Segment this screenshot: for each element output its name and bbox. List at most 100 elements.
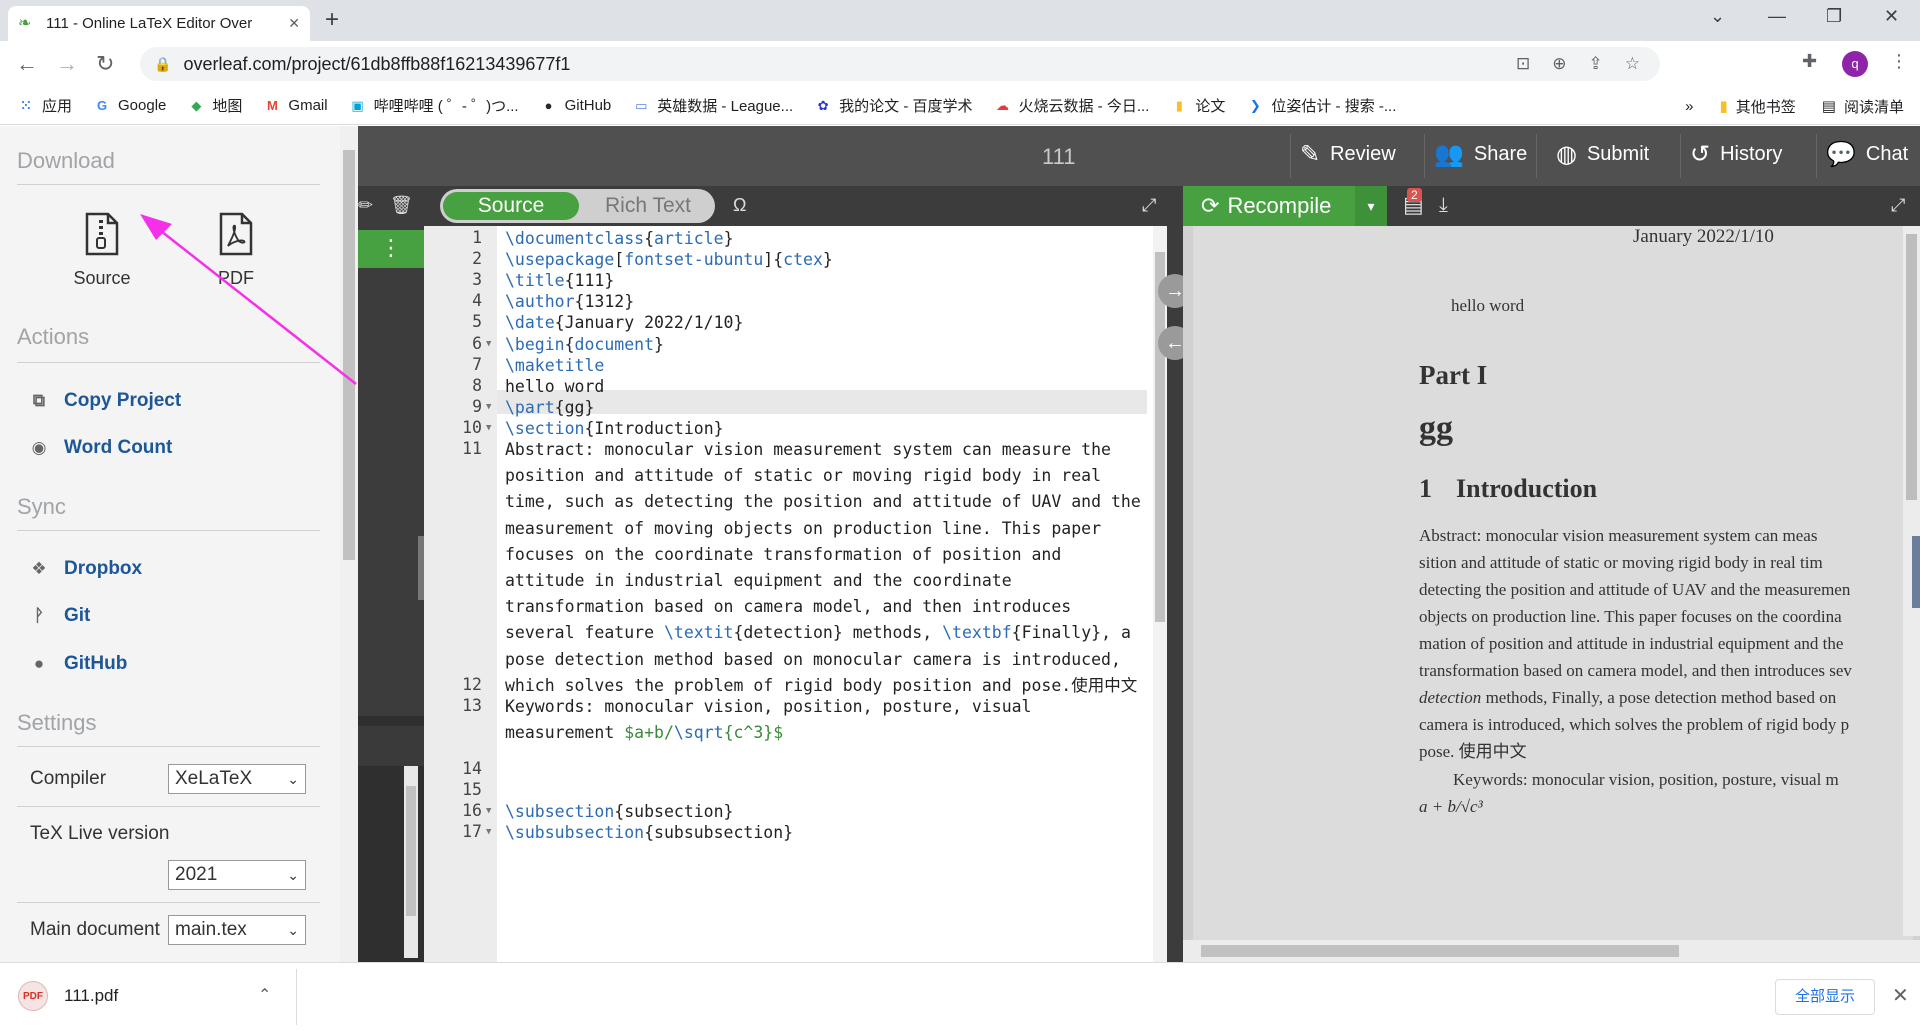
new-tab-icon[interactable]: + bbox=[325, 6, 339, 34]
left-panel-scrollbar[interactable] bbox=[340, 126, 358, 962]
github-link[interactable]: ● GitHub bbox=[28, 653, 127, 675]
compiler-select[interactable]: XeLaTeX ⌄ bbox=[168, 764, 306, 794]
users-icon: 👥 bbox=[1434, 141, 1464, 168]
lock-icon[interactable]: 🔒 bbox=[154, 56, 171, 73]
source-tab[interactable]: Source bbox=[443, 192, 579, 220]
share-page-icon[interactable]: ⇪ bbox=[1589, 54, 1603, 74]
texlive-select[interactable]: 2021 ⌄ bbox=[168, 860, 306, 890]
url-text[interactable]: overleaf.com/project/61db8ffb88f16213439… bbox=[183, 54, 570, 75]
outline-header[interactable] bbox=[358, 726, 424, 766]
symbol-palette-icon[interactable]: Ω bbox=[733, 195, 746, 216]
pdf-abstract: Abstract: monocular vision measurement s… bbox=[1419, 522, 1920, 684]
editor-toolbar: ✏ 🗑 Source Rich Text Ω ⤢ bbox=[358, 186, 1183, 226]
chat-button[interactable]: 💬 Chat bbox=[1826, 140, 1908, 169]
pdf-side-handle[interactable] bbox=[1912, 536, 1920, 608]
tab-close-icon[interactable]: ✕ bbox=[288, 15, 300, 32]
dropbox-link[interactable]: ❖ Dropbox bbox=[28, 558, 142, 580]
pdf-abstract-tail: detection methods, Finally, a pose detec… bbox=[1419, 684, 1920, 765]
bookmark-item[interactable]: ▣ 哔哩哔哩 ( ゜- ゜)つ... bbox=[350, 95, 518, 116]
code-line[interactable]: Keywords: monocular vision, position, po… bbox=[505, 694, 1145, 746]
line-number: 12 bbox=[462, 675, 482, 694]
fold-toggle-icon[interactable]: ▼ bbox=[486, 402, 491, 412]
outline-scrollbar[interactable] bbox=[404, 766, 418, 958]
bookmark-label: Gmail bbox=[288, 97, 328, 114]
pencil-icon[interactable]: ✏ bbox=[358, 195, 373, 216]
code-editor[interactable]: 1 2 3 4 5 6 ▼ 7 8 9 ▼ 10 ▼ 11 12 13 14 15 16 ▼ 17 ▼ \document… bbox=[424, 226, 1167, 962]
submit-button[interactable]: ◍ Submit bbox=[1556, 140, 1649, 169]
code-line[interactable]: \subsubsection{subsubsection} bbox=[505, 820, 1145, 846]
tab-search-icon[interactable]: ⌄ bbox=[1710, 6, 1725, 27]
browser-tab[interactable]: ❧ 111 - Online LaTeX Editor Over ✕ bbox=[8, 6, 310, 41]
bookmarks-bar: ⁙ 应用 G Google ◆ 地图 M Gmail ▣ 哔哩哔哩 ( ゜- ゜)つ... ● Git… bbox=[0, 87, 1920, 125]
download-source-button[interactable]: Source bbox=[66, 212, 138, 289]
download-pdf-icon[interactable]: ⤓ bbox=[1439, 194, 1448, 217]
downloaded-file-item[interactable]: PDF 111.pdf bbox=[18, 981, 118, 1011]
fold-toggle-icon[interactable]: ▼ bbox=[486, 827, 491, 837]
expand-icon[interactable]: ⤢ bbox=[1142, 195, 1156, 216]
bookmark-item[interactable]: ◆ 地图 bbox=[188, 95, 242, 116]
back-icon[interactable]: ← bbox=[16, 51, 38, 77]
rich-text-tab[interactable]: Rich Text bbox=[585, 192, 711, 220]
git-link[interactable]: ᚹ Git bbox=[28, 605, 91, 627]
bookmark-star-icon[interactable]: ☆ bbox=[1625, 54, 1640, 74]
browser-menu-icon[interactable]: ⋮ bbox=[1890, 51, 1908, 72]
trash-icon[interactable]: 🗑 bbox=[390, 195, 413, 216]
bookmark-item[interactable]: G Google bbox=[94, 97, 166, 114]
extensions-icon[interactable]: ✚ bbox=[1802, 51, 1817, 72]
bookmark-item[interactable]: ▭ 英雄数据 - League... bbox=[633, 95, 793, 116]
zoom-icon[interactable]: ⊕ bbox=[1552, 54, 1566, 74]
dropbox-label: Dropbox bbox=[64, 558, 143, 579]
texlive-value: 2021 bbox=[175, 864, 218, 885]
folder-icon: ▮ bbox=[1719, 98, 1728, 115]
bookmark-item[interactable]: ❯ 位姿估计 - 搜索 -... bbox=[1247, 95, 1396, 116]
pdf-horizontal-scrollbar[interactable] bbox=[1183, 940, 1920, 962]
translate-icon[interactable]: ⊡ bbox=[1516, 54, 1530, 74]
address-bar[interactable]: 🔒 overleaf.com/project/61db8ffb88f162134… bbox=[140, 47, 1660, 81]
history-button[interactable]: ↺ History bbox=[1690, 140, 1782, 169]
close-window-icon[interactable]: ✕ bbox=[1884, 6, 1899, 27]
fold-toggle-icon[interactable]: ▼ bbox=[486, 423, 491, 433]
bookmark-item[interactable]: ☁ 火烧云数据 - 今日... bbox=[995, 95, 1149, 116]
source-richtext-toggle[interactable]: Source Rich Text bbox=[440, 189, 715, 223]
minimize-icon[interactable]: — bbox=[1768, 6, 1786, 27]
line-number: 6 bbox=[472, 334, 482, 353]
italic-detection: detection bbox=[1419, 688, 1482, 707]
bookmark-item[interactable]: ✿ 我的论文 - 百度学术 bbox=[815, 95, 973, 116]
bookmark-item[interactable]: ● GitHub bbox=[541, 97, 612, 114]
file-tree-active-item[interactable]: ⋮ bbox=[358, 230, 424, 268]
bookmarks-overflow-icon[interactable]: » bbox=[1685, 98, 1693, 115]
fold-toggle-icon[interactable]: ▼ bbox=[486, 339, 491, 349]
reload-icon[interactable]: ↻ bbox=[96, 51, 114, 77]
bookmark-item[interactable]: ▮ 论文 bbox=[1171, 95, 1226, 116]
abstract-tail-text: methods, Finally, a pose detection metho… bbox=[1419, 688, 1850, 761]
chevron-up-icon[interactable]: ⌃ bbox=[258, 985, 271, 1005]
github-icon: ● bbox=[33, 654, 45, 673]
line-number: 8 bbox=[472, 376, 482, 395]
recompile-button[interactable]: ⟳ Recompile ▾ bbox=[1183, 186, 1387, 226]
review-button[interactable]: ✎ Review bbox=[1300, 140, 1396, 169]
pdf-keywords: Keywords: monocular vision, position, po… bbox=[1453, 770, 1839, 789]
code-line[interactable]: Abstract: monocular vision measurement s… bbox=[505, 437, 1145, 699]
forward-icon[interactable]: → bbox=[56, 51, 78, 77]
profile-avatar[interactable]: q bbox=[1842, 51, 1868, 77]
main-document-select[interactable]: main.tex ⌄ bbox=[168, 915, 306, 945]
logs-icon[interactable]: ▤ 2 bbox=[1403, 188, 1424, 218]
browser-tab-strip: ❧ 111 - Online LaTeX Editor Over ✕ + ⌄ —… bbox=[0, 0, 1920, 41]
share-button[interactable]: 👥 Share bbox=[1434, 140, 1527, 169]
copy-project-link[interactable]: ⧉ Copy Project bbox=[28, 390, 181, 412]
maximize-icon[interactable]: ❐ bbox=[1826, 6, 1842, 27]
reading-list[interactable]: 阅读清单 bbox=[1844, 96, 1904, 117]
divider bbox=[17, 746, 320, 747]
download-pdf-button[interactable]: PDF bbox=[204, 212, 268, 289]
show-all-downloads-button[interactable]: 全部显示 bbox=[1775, 979, 1875, 1015]
project-name[interactable]: 111 bbox=[1042, 144, 1075, 170]
fold-toggle-icon[interactable]: ▼ bbox=[486, 806, 491, 816]
word-count-link[interactable]: ◉ Word Count bbox=[28, 437, 173, 459]
close-downloads-icon[interactable]: ✕ bbox=[1892, 983, 1909, 1008]
bookmark-item[interactable]: ⁙ 应用 bbox=[18, 95, 72, 116]
other-bookmarks[interactable]: 其他书签 bbox=[1736, 96, 1796, 117]
bookmark-item[interactable]: M Gmail bbox=[264, 97, 328, 114]
expand-pdf-icon[interactable]: ⤢ bbox=[1891, 195, 1905, 216]
pdf-viewer[interactable]: January 2022/1/10 hello word Part I gg 1… bbox=[1183, 226, 1920, 962]
recompile-options-icon[interactable]: ▾ bbox=[1355, 186, 1387, 226]
